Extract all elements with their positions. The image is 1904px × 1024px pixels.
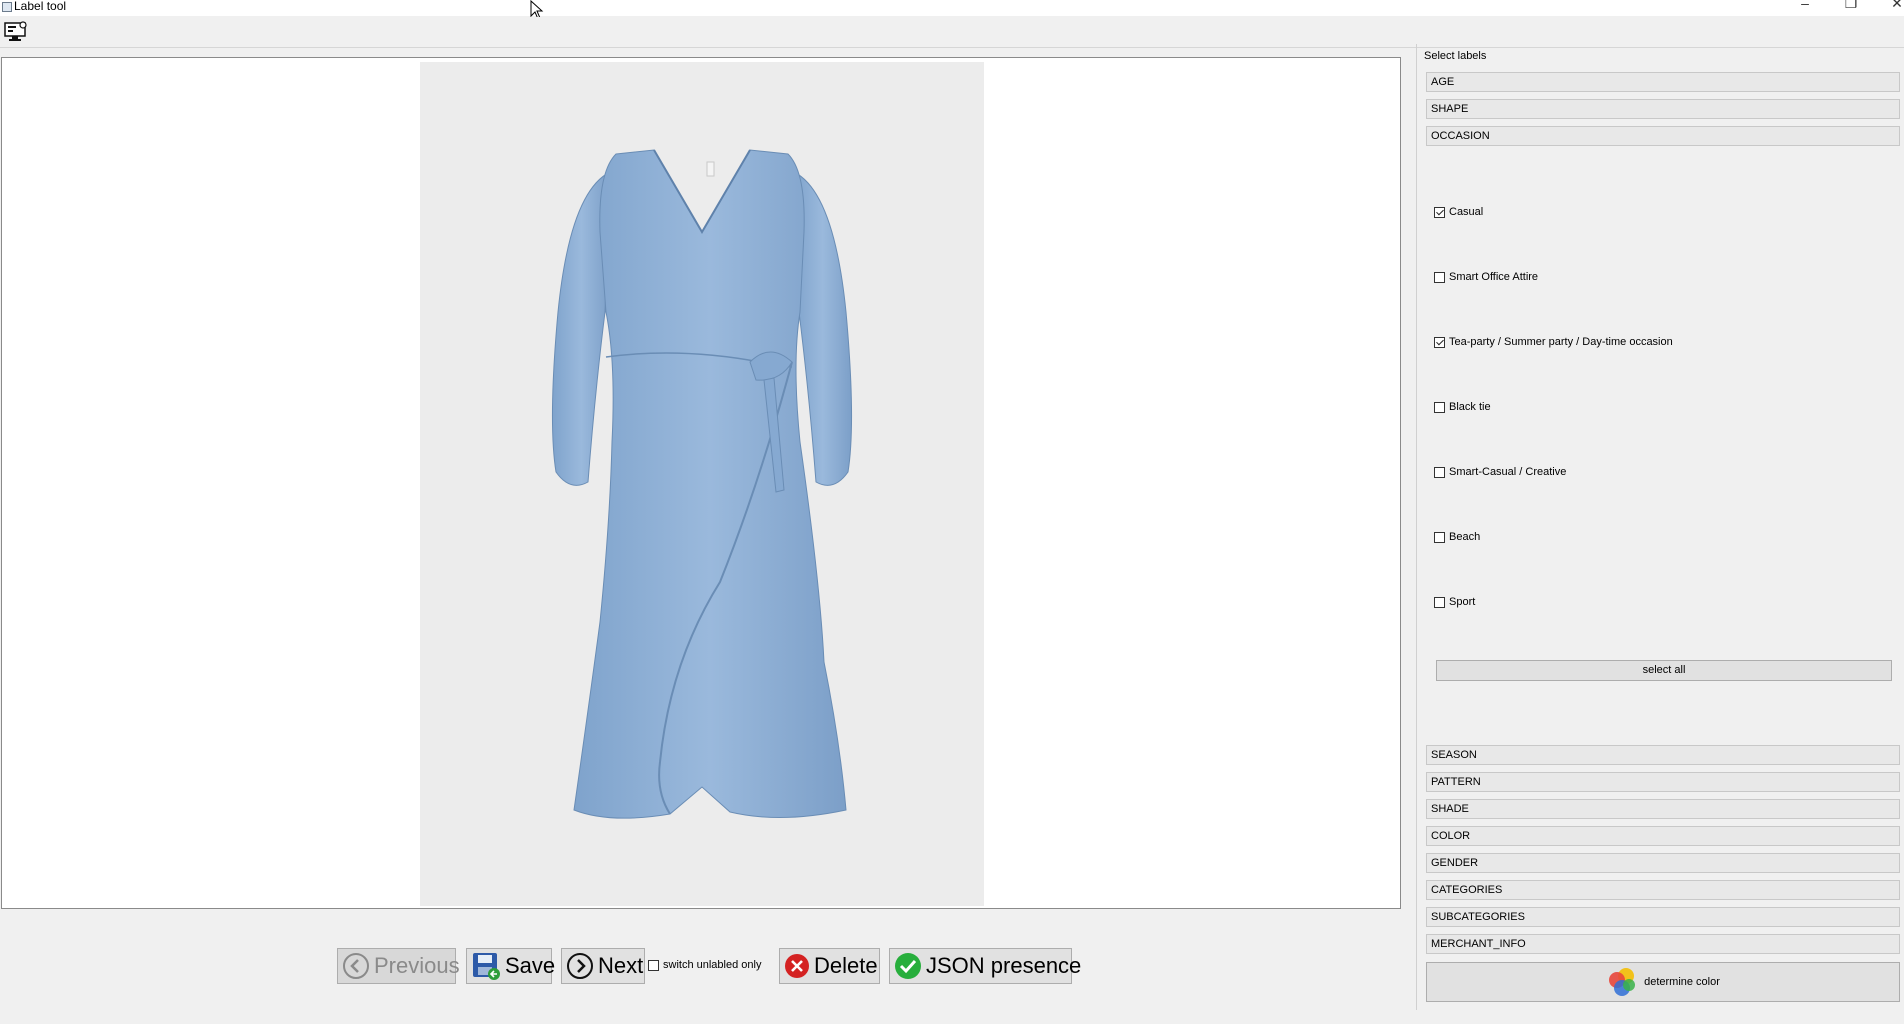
- category-color[interactable]: COLOR: [1426, 826, 1900, 846]
- chevron-left-icon: [342, 952, 370, 980]
- app-icon: [2, 2, 12, 12]
- option-tea-party[interactable]: Tea-party / Summer party / Day-time occa…: [1434, 336, 1673, 348]
- select-all-button[interactable]: select all: [1436, 660, 1892, 681]
- save-icon: [471, 951, 501, 981]
- monitor-icon[interactable]: [4, 21, 28, 43]
- category-season[interactable]: SEASON: [1426, 745, 1900, 765]
- option-sport[interactable]: Sport: [1434, 596, 1475, 608]
- option-black-tie[interactable]: Black tie: [1434, 401, 1491, 413]
- category-pattern[interactable]: PATTERN: [1426, 772, 1900, 792]
- json-presence-button[interactable]: JSON presence: [889, 948, 1081, 984]
- option-smart-casual[interactable]: Smart-Casual / Creative: [1434, 466, 1566, 478]
- checkbox-checked[interactable]: [1434, 206, 1445, 218]
- select-labels-heading: Select labels: [1424, 50, 1487, 62]
- checkbox-checked[interactable]: [1434, 336, 1445, 348]
- product-photo: [420, 62, 984, 906]
- next-button[interactable]: Next: [561, 948, 645, 984]
- dress-image: [551, 149, 853, 819]
- option-smart-office-attire[interactable]: Smart Office Attire: [1434, 271, 1538, 283]
- delete-button[interactable]: Delete: [779, 948, 880, 984]
- category-categories[interactable]: CATEGORIES: [1426, 880, 1900, 900]
- previous-button[interactable]: Previous: [337, 948, 460, 984]
- category-shade[interactable]: SHADE: [1426, 799, 1900, 819]
- checkbox-unchecked[interactable]: [1434, 466, 1445, 478]
- title-bar: Label tool – ❐ ✕: [0, 0, 1904, 16]
- option-beach[interactable]: Beach: [1434, 531, 1480, 543]
- category-occasion[interactable]: OCCASION: [1426, 126, 1900, 146]
- category-subcategories[interactable]: SUBCATEGORIES: [1426, 907, 1900, 927]
- label-panel: Select labels AGE SHAPE OCCASION Casual …: [1416, 44, 1904, 1014]
- image-viewer: [1, 57, 1401, 909]
- chevron-right-icon: [566, 952, 594, 980]
- checkbox-unchecked[interactable]: [1434, 401, 1445, 413]
- category-merchant-info[interactable]: MERCHANT_INFO: [1426, 934, 1900, 954]
- window-title: Label tool: [14, 0, 67, 13]
- delete-icon: [784, 953, 810, 979]
- close-button[interactable]: ✕: [1882, 0, 1904, 12]
- save-button[interactable]: Save: [466, 948, 555, 984]
- checkmark-icon: [894, 952, 922, 980]
- checkbox-box[interactable]: [648, 959, 659, 971]
- category-gender[interactable]: GENDER: [1426, 853, 1900, 873]
- checkbox-unchecked[interactable]: [1434, 596, 1445, 608]
- option-casual[interactable]: Casual: [1434, 206, 1483, 218]
- determine-color-button[interactable]: determine color: [1426, 962, 1900, 1002]
- maximize-button[interactable]: ❐: [1836, 0, 1866, 12]
- color-wheel-icon: [1606, 966, 1638, 998]
- category-age[interactable]: AGE: [1426, 72, 1900, 92]
- switch-unlabeled-checkbox[interactable]: switch unlabled only: [648, 959, 761, 971]
- category-shape[interactable]: SHAPE: [1426, 99, 1900, 119]
- minimize-button[interactable]: –: [1790, 0, 1820, 12]
- checkbox-unchecked[interactable]: [1434, 271, 1445, 283]
- checkbox-unchecked[interactable]: [1434, 531, 1445, 543]
